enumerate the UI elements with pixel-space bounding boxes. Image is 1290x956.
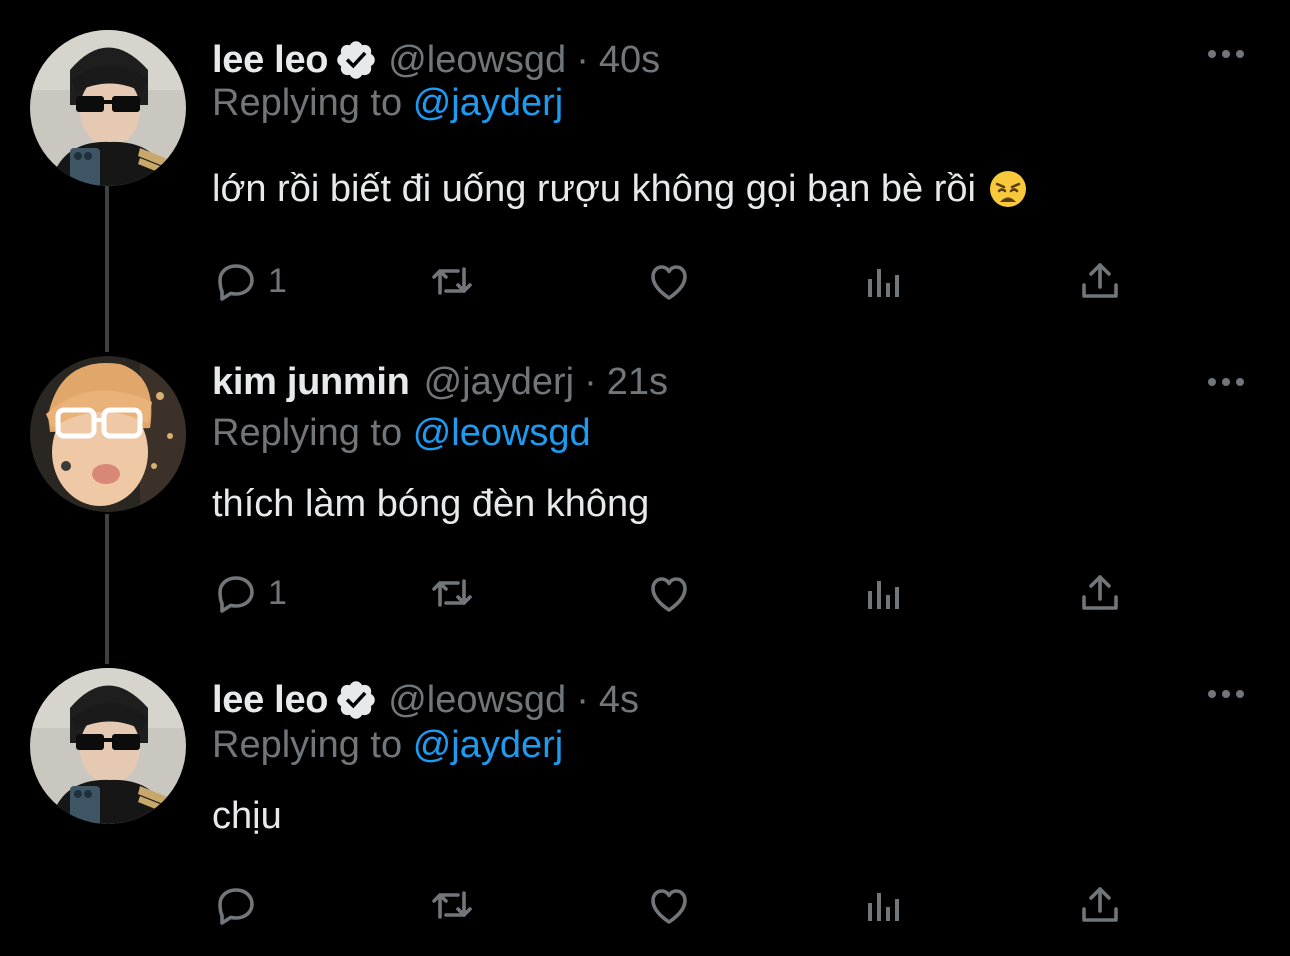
tweet[interactable]: kim junmin @jayderj · 21s Replying to @l… bbox=[0, 356, 1290, 656]
tweet-header: kim junmin @jayderj · 21s bbox=[212, 356, 668, 408]
retweet-icon bbox=[428, 569, 476, 617]
replying-to: Replying to @jayderj bbox=[212, 724, 563, 770]
weary-face-emoji bbox=[988, 169, 1028, 209]
views-button[interactable] bbox=[860, 880, 908, 930]
retweet-icon bbox=[428, 257, 476, 305]
like-icon bbox=[644, 569, 694, 617]
views-icon bbox=[860, 569, 908, 617]
reply-button[interactable]: 1 bbox=[212, 568, 287, 618]
timestamp[interactable]: 21s bbox=[607, 361, 668, 404]
like-button[interactable] bbox=[644, 880, 694, 930]
share-icon bbox=[1076, 881, 1124, 929]
display-name[interactable]: kim junmin bbox=[212, 361, 410, 404]
timestamp[interactable]: 40s bbox=[599, 39, 660, 82]
tweet[interactable]: lee leo @leowsgd · 40s Replying to @jayd… bbox=[0, 30, 1290, 320]
tweet-actions bbox=[212, 880, 1142, 930]
share-icon bbox=[1076, 257, 1124, 305]
handle[interactable]: @jayderj bbox=[424, 361, 575, 404]
like-icon bbox=[644, 257, 694, 305]
like-icon bbox=[644, 881, 694, 929]
reply-icon bbox=[212, 569, 260, 617]
mention-link[interactable]: @jayderj bbox=[413, 724, 564, 766]
tweet-text: thích làm bóng đèn không bbox=[212, 478, 649, 530]
tweet-text-content: chịu bbox=[212, 794, 282, 837]
timestamp[interactable]: 4s bbox=[599, 679, 639, 722]
retweet-button[interactable] bbox=[428, 880, 476, 930]
views-icon bbox=[860, 257, 908, 305]
like-button[interactable] bbox=[644, 256, 694, 306]
views-button[interactable] bbox=[860, 256, 908, 306]
replying-to: Replying to @leowsgd bbox=[212, 412, 591, 458]
replying-to: Replying to @jayderj bbox=[212, 82, 563, 128]
separator-dot: · bbox=[576, 38, 589, 81]
retweet-button[interactable] bbox=[428, 568, 476, 618]
share-button[interactable] bbox=[1076, 568, 1124, 618]
avatar[interactable] bbox=[30, 668, 186, 824]
display-name[interactable]: lee leo bbox=[212, 679, 328, 722]
verified-badge-icon bbox=[334, 38, 378, 82]
like-button[interactable] bbox=[644, 568, 694, 618]
share-button[interactable] bbox=[1076, 256, 1124, 306]
reply-count: 1 bbox=[268, 261, 287, 300]
mention-link[interactable]: @leowsgd bbox=[413, 412, 591, 454]
views-icon bbox=[860, 881, 908, 929]
separator-dot: · bbox=[576, 678, 589, 721]
reply-icon bbox=[212, 881, 260, 929]
replying-prefix: Replying to bbox=[212, 412, 403, 454]
reply-count: 1 bbox=[268, 573, 287, 612]
tweet-actions: 1 bbox=[212, 568, 1142, 618]
tweet-header: lee leo @leowsgd · 40s bbox=[212, 34, 660, 86]
tweet-actions: 1 bbox=[212, 256, 1142, 306]
tweet-text: chịu bbox=[212, 790, 282, 842]
tweet-text-content: lớn rồi biết đi uống rượu không gọi bạn … bbox=[212, 167, 976, 210]
replying-prefix: Replying to bbox=[212, 82, 403, 124]
separator-dot: · bbox=[584, 360, 597, 403]
handle[interactable]: @leowsgd bbox=[388, 39, 566, 82]
more-icon[interactable] bbox=[1204, 42, 1248, 66]
reply-icon bbox=[212, 257, 260, 305]
replying-prefix: Replying to bbox=[212, 724, 403, 766]
tweet-text: lớn rồi biết đi uống rượu không gọi bạn … bbox=[212, 162, 1028, 216]
tweet-text-content: thích làm bóng đèn không bbox=[212, 482, 650, 525]
display-name[interactable]: lee leo bbox=[212, 39, 328, 82]
tweet[interactable]: lee leo @leowsgd · 4s Replying to @jayde… bbox=[0, 668, 1290, 948]
more-icon[interactable] bbox=[1204, 682, 1248, 706]
reply-button[interactable]: 1 bbox=[212, 256, 287, 306]
retweet-icon bbox=[428, 881, 476, 929]
views-button[interactable] bbox=[860, 568, 908, 618]
tweet-header: lee leo @leowsgd · 4s bbox=[212, 674, 639, 726]
retweet-button[interactable] bbox=[428, 256, 476, 306]
share-button[interactable] bbox=[1076, 880, 1124, 930]
handle[interactable]: @leowsgd bbox=[388, 679, 566, 722]
verified-badge-icon bbox=[334, 678, 378, 722]
avatar[interactable] bbox=[30, 356, 186, 512]
more-icon[interactable] bbox=[1204, 370, 1248, 394]
mention-link[interactable]: @jayderj bbox=[413, 82, 564, 124]
avatar[interactable] bbox=[30, 30, 186, 186]
share-icon bbox=[1076, 569, 1124, 617]
reply-button[interactable] bbox=[212, 880, 268, 930]
